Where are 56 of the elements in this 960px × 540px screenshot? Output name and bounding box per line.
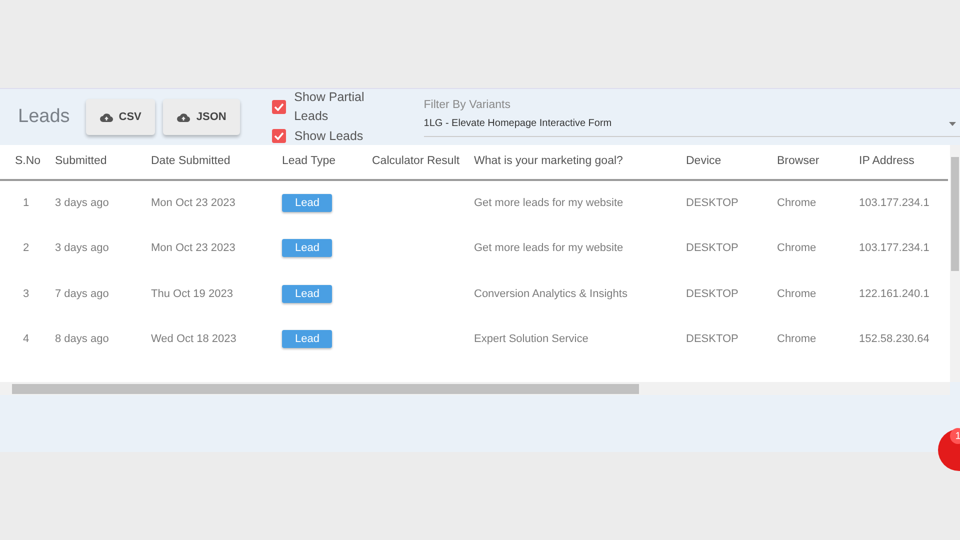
- table-cell-text: 4: [22, 332, 30, 347]
- column-header: S.No: [0, 145, 55, 180]
- table-cell-text: DESKTOP: [686, 286, 740, 302]
- table-cell: Mon Oct 23 2023: [151, 180, 282, 226]
- horizontal-scrollbar[interactable]: [0, 382, 950, 395]
- table-cell-text: Chrome: [777, 241, 818, 256]
- page-title: Leads: [18, 104, 70, 129]
- table-cell: 2: [0, 226, 55, 271]
- table-cell-text: 103.177.234.1: [859, 241, 930, 256]
- table-cell-text: Chrome: [777, 286, 818, 302]
- vertical-scrollbar[interactable]: [950, 145, 960, 382]
- column-header: Submitted: [55, 145, 151, 180]
- table-cell-text: Expert Solution Service: [474, 332, 590, 347]
- table-cell-text: DESKTOP: [686, 332, 740, 347]
- notification-badge: 1: [950, 428, 960, 444]
- table-cell: 103.177.234.1: [859, 180, 948, 226]
- column-header: Date Submitted: [151, 145, 282, 180]
- checkbox-label: Show Leads: [294, 128, 364, 145]
- table-cell: Thu Oct 19 2023: [151, 271, 282, 316]
- variant-select[interactable]: 1LG - Elevate Homepage Interactive Form: [424, 114, 960, 138]
- lead-type-tag: Lead: [282, 330, 332, 348]
- table-cell: 3 days ago: [55, 180, 151, 226]
- table-cell: Mon Oct 23 2023: [151, 226, 282, 271]
- table-cell: DESKTOP: [686, 180, 777, 226]
- table-cell-text: 152.58.230.64: [859, 332, 930, 347]
- table-cell: 8 days ago: [55, 316, 151, 362]
- table-cell: Chrome: [777, 180, 859, 226]
- column-header: Browser: [777, 145, 859, 180]
- table-cell-text: 3 days ago: [55, 241, 110, 256]
- column-header: What is your marketing goal?: [474, 145, 686, 180]
- table-cell: 7 days ago: [55, 271, 151, 316]
- column-header: Lead Type: [282, 145, 372, 180]
- table-cell-text: Get more leads for my website: [474, 241, 624, 256]
- lead-type-tag: Lead: [282, 284, 332, 302]
- table-cell: 1: [0, 180, 55, 226]
- caret-icon: [949, 122, 956, 126]
- csv-export-button[interactable]: CSV: [86, 99, 156, 135]
- table-cell-text: 3: [22, 286, 30, 302]
- lead-type-tag: Lead: [282, 194, 332, 212]
- table-cell-text: Conversion Analytics & Insights: [474, 286, 628, 302]
- cloud-icon: [100, 112, 113, 122]
- table-cell-text: DESKTOP: [686, 241, 740, 256]
- json-export-button[interactable]: JSON: [163, 99, 240, 135]
- table-cell: Wed Oct 18 2023: [151, 316, 282, 362]
- checkbox-label: Show Partial Leads: [294, 89, 366, 126]
- filter-label: Filter By Variants: [424, 98, 512, 113]
- checkbox[interactable]: [272, 100, 286, 114]
- table-cell-text: Chrome: [777, 332, 818, 347]
- table-cell: Get more leads for my website: [474, 180, 686, 226]
- table-cell-text: 122.161.240.1: [859, 286, 930, 302]
- column-header: Calculator Result: [372, 145, 474, 180]
- checkbox[interactable]: [272, 129, 286, 144]
- column-header: Device: [686, 145, 777, 180]
- cloud-icon: [177, 112, 190, 122]
- lead-type-tag: Lead: [282, 239, 332, 257]
- column-header: IP Address: [859, 145, 948, 180]
